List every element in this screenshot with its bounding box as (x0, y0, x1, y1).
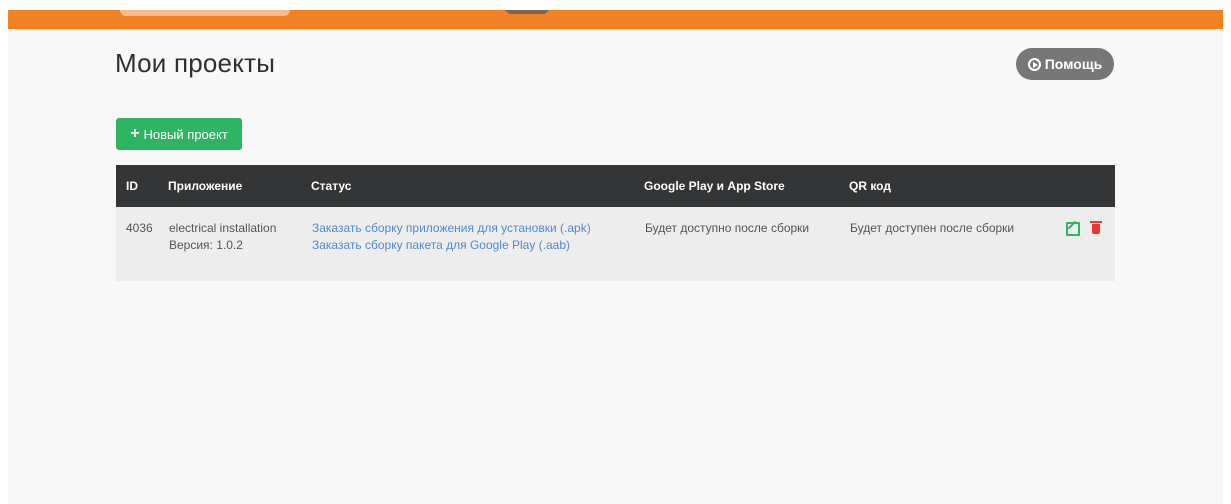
project-qr-status: Будет доступен после сборки (849, 207, 1039, 281)
header-qr: QR код (849, 165, 1039, 207)
header-stores: Google Play и App Store (644, 165, 849, 207)
edit-icon[interactable] (1066, 221, 1080, 236)
order-aab-link[interactable]: Заказать сборку пакета для Google Play (… (312, 237, 643, 254)
table-header-row: ID Приложение Статус Google Play и App S… (116, 165, 1115, 207)
project-version: Версия: 1.0.2 (169, 238, 243, 252)
project-id: 4036 (116, 207, 168, 281)
trash-icon[interactable] (1090, 220, 1102, 234)
page-title: Мои проекты (115, 48, 276, 78)
project-app-name: electrical installation (169, 221, 277, 235)
project-status-cell: Заказать сборку приложения для установки… (311, 207, 644, 281)
help-button-label: Помощь (1044, 56, 1103, 72)
top-navigation-bar (8, 10, 1223, 29)
table-row: 4036 electrical installation Версия: 1.0… (116, 207, 1115, 281)
header-status: Статус (311, 165, 644, 207)
projects-table: ID Приложение Статус Google Play и App S… (116, 165, 1115, 281)
play-circle-icon (1027, 57, 1041, 71)
project-app-cell: electrical installation Версия: 1.0.2 (168, 207, 311, 281)
project-stores-status: Будет доступно после сборки (644, 207, 849, 281)
page-frame: Мои проекты Помощь + Новый проект ID При… (8, 10, 1223, 504)
header-app: Приложение (168, 165, 311, 207)
new-project-label: Новый проект (143, 126, 228, 142)
new-project-button[interactable]: + Новый проект (116, 118, 242, 150)
order-apk-link[interactable]: Заказать сборку приложения для установки… (312, 220, 643, 237)
header-actions (1039, 165, 1115, 207)
logo[interactable] (120, 10, 290, 16)
project-actions (1039, 207, 1115, 281)
plus-icon: + (130, 125, 140, 142)
header-id: ID (116, 165, 168, 207)
topbar-control[interactable] (504, 10, 550, 14)
help-button[interactable]: Помощь (1016, 48, 1114, 80)
